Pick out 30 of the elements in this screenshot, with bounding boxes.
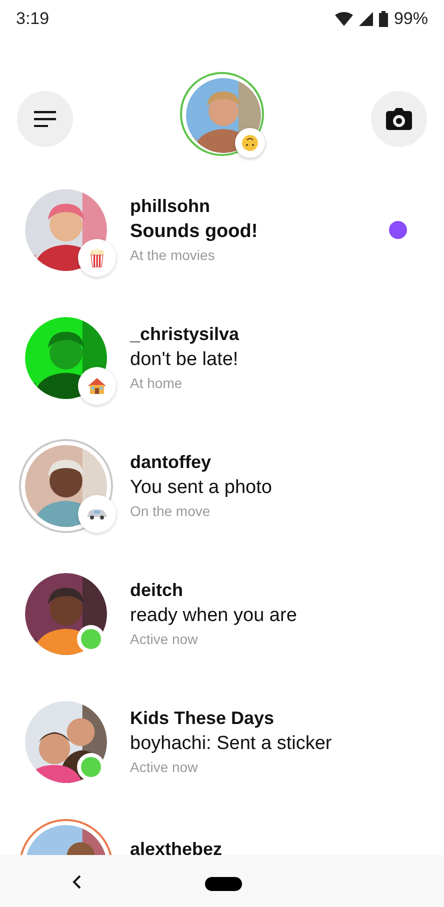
house-icon — [87, 376, 107, 395]
status-text: On the move — [130, 503, 212, 520]
status-text: At the movies — [130, 247, 216, 264]
home-button[interactable] — [205, 877, 242, 892]
camera-icon — [386, 108, 412, 130]
profile-ring[interactable] — [180, 72, 264, 156]
menu-icon — [34, 110, 56, 127]
face-emoji-icon — [241, 134, 259, 152]
battery-percent: 99% — [394, 8, 428, 29]
contact-name: alexthebez — [130, 838, 224, 856]
message-preview: Sounds good! — [130, 221, 259, 244]
status-time: 3:19 — [16, 8, 50, 29]
message-preview: boyhachi: Sent a sticker — [130, 733, 333, 756]
message-preview: ready when you are — [130, 605, 298, 628]
status-text: Active now — [130, 631, 199, 648]
popcorn-icon — [88, 248, 106, 268]
status-text: At home — [130, 375, 184, 392]
car-icon — [86, 508, 108, 520]
contact-name: dantoffey — [130, 452, 212, 474]
battery-icon — [378, 10, 388, 27]
contact-name: Kids These Days — [130, 708, 276, 730]
contact-name: _christysilva — [130, 324, 240, 346]
contact-name: phillsohn — [130, 196, 211, 218]
contact-name: deitch — [130, 580, 184, 602]
status-text: Active now — [130, 759, 199, 776]
message-preview: You sent a photo — [130, 477, 273, 500]
wifi-icon — [334, 12, 353, 26]
message-preview: don't be late! — [130, 349, 240, 372]
back-icon — [72, 875, 82, 890]
signal-icon — [358, 12, 373, 26]
